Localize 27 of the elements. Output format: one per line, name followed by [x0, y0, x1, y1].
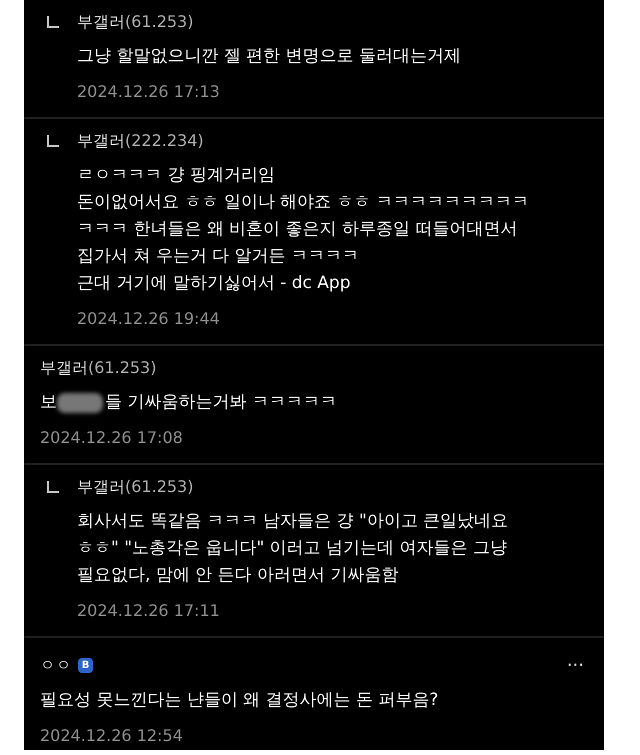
comment-text: 근대 거기에 말하기싫어서 - dc App: [77, 272, 352, 295]
comment-text: 들 기싸움하는거봐 ㅋㅋㅋㅋㅋ: [105, 391, 337, 414]
author-name: 부갤러(222.234): [77, 130, 204, 152]
reply-arrow-icon: [47, 481, 59, 493]
author-name: ㅇㅇ: [40, 655, 72, 676]
comment-text: 집가서 쳐 우는거 다 알거든 ㅋㅋㅋㅋ: [77, 245, 360, 268]
comment-text: 필요없다, 맘에 안 든다 아러면서 기싸움함: [77, 564, 400, 587]
comment-text: 돈이없어서요 ㅎㅎ 일이나 해야죠 ㅎㅎ ㅋㅋㅋㅋㅋㅋㅋㅋㅋ: [77, 191, 530, 214]
comment-date: 2024.12.26 17:08: [40, 427, 184, 449]
reply-arrow-icon: [47, 16, 59, 28]
comment-text: 그냥 할말없으니깐 젤 편한 변명으로 둘러대는거제: [77, 45, 462, 68]
comment-text: ㅎㅎ" "노총각은 웁니다" 이러고 넘기는데 여자들은 그냥: [77, 537, 508, 560]
author-name: 부갤러(61.253): [40, 357, 156, 379]
more-button[interactable]: ···: [566, 655, 584, 676]
comment-date: 2024.12.26 17:13: [77, 81, 221, 103]
comment-text: 필요성 못느낀다는 냔들이 왜 결정사에는 돈 퍼부음?: [40, 689, 440, 712]
comment-text: ㅋㅋㅋ 한녀들은 왜 비혼이 좋은지 하루종일 떠들어대면서: [77, 218, 518, 241]
comment-date: 2024.12.26 12:54: [40, 725, 184, 747]
author-name: 부갤러(61.253): [77, 11, 194, 33]
comment-text: 회사서도 똑같음 ㅋㅋㅋ 남자들은 걍 "아이고 큰일났네요: [77, 510, 510, 533]
comment-date: 2024.12.26 19:44: [77, 308, 221, 330]
comment-date: 2024.12.26 17:11: [77, 600, 221, 622]
comment-text: 보: [40, 391, 57, 414]
author-name: 부갤러(61.253): [77, 476, 194, 498]
comment-text: ㄹㅇㅋㅋㅋ 걍 핑계거리임: [77, 164, 276, 187]
member-badge: B: [78, 658, 93, 673]
reply-arrow-icon: [47, 135, 59, 147]
